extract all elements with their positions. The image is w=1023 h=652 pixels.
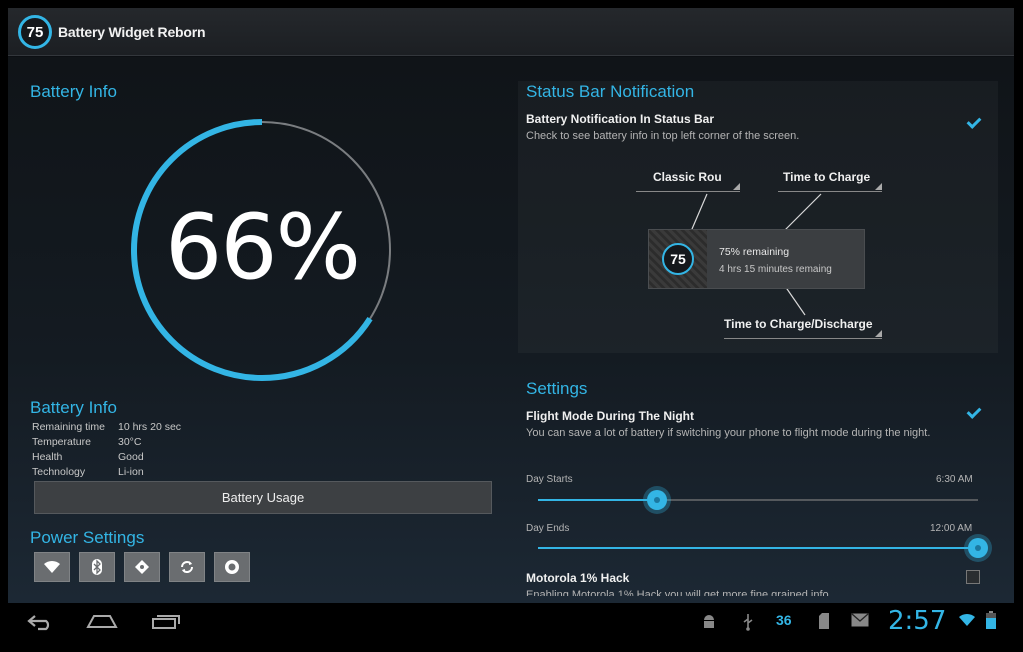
- bottom-line-value: Time to Charge/Discharge: [724, 317, 873, 331]
- slider-thumb[interactable]: [646, 490, 667, 510]
- flight-mode-checkbox[interactable]: [966, 405, 980, 419]
- app-title: Battery Widget Reborn: [58, 24, 206, 40]
- main-content: Battery Info 66% Battery Info Remaining …: [8, 57, 1014, 603]
- slider-thumb[interactable]: [968, 538, 988, 558]
- day-starts-value: 6:30 AM: [936, 474, 973, 485]
- day-ends-value: 12:00 AM: [930, 523, 973, 534]
- battery-app-icon[interactable]: 75: [18, 15, 52, 49]
- wifi-signal-icon[interactable]: [958, 613, 976, 627]
- bottom-line-spinner[interactable]: Time to Charge/Discharge: [724, 317, 882, 339]
- usb-icon[interactable]: [741, 613, 755, 631]
- motorola-hack-summary: Enabling Motorola 1% Hack you will get m…: [526, 589, 829, 596]
- back-icon[interactable]: [26, 613, 54, 631]
- day-starts-slider[interactable]: [538, 489, 978, 511]
- action-bar: 75 Battery Widget Reborn: [8, 8, 1014, 56]
- flight-mode-summary: You can save a lot of battery if switchi…: [526, 427, 931, 439]
- notification-preview: 75 75% remaining 4 hrs 15 minutes remain…: [648, 229, 865, 289]
- motorola-hack-checkbox[interactable]: [966, 570, 980, 584]
- preview-line-2: 4 hrs 15 minutes remaing: [719, 264, 832, 275]
- recent-apps-icon[interactable]: [151, 613, 181, 629]
- slider-fill: [538, 547, 978, 549]
- battery-status-icon[interactable]: [986, 611, 996, 629]
- day-ends-slider[interactable]: [538, 537, 988, 559]
- sd-card-icon[interactable]: [818, 613, 830, 629]
- slider-fill: [538, 499, 657, 501]
- system-clock[interactable]: 2:57: [888, 606, 946, 636]
- battery-level-notification[interactable]: 36: [776, 612, 792, 628]
- settings-heading: Settings: [526, 379, 588, 398]
- flight-mode-title[interactable]: Flight Mode During The Night: [526, 409, 694, 423]
- preview-line-1: 75% remaining: [719, 246, 790, 258]
- day-starts-label: Day Starts: [526, 474, 573, 485]
- day-ends-label: Day Ends: [526, 523, 570, 534]
- mail-icon[interactable]: [851, 613, 869, 627]
- android-notification-icon[interactable]: [701, 613, 717, 631]
- app-window: 75 Battery Widget Reborn Battery Info 66…: [8, 8, 1014, 640]
- spinner-arrow-icon: [875, 330, 882, 337]
- preview-battery-icon: 75: [662, 243, 694, 275]
- motorola-hack-title[interactable]: Motorola 1% Hack: [526, 571, 629, 585]
- system-navigation-bar: 36 2:57: [8, 603, 1014, 640]
- home-icon[interactable]: [86, 613, 118, 629]
